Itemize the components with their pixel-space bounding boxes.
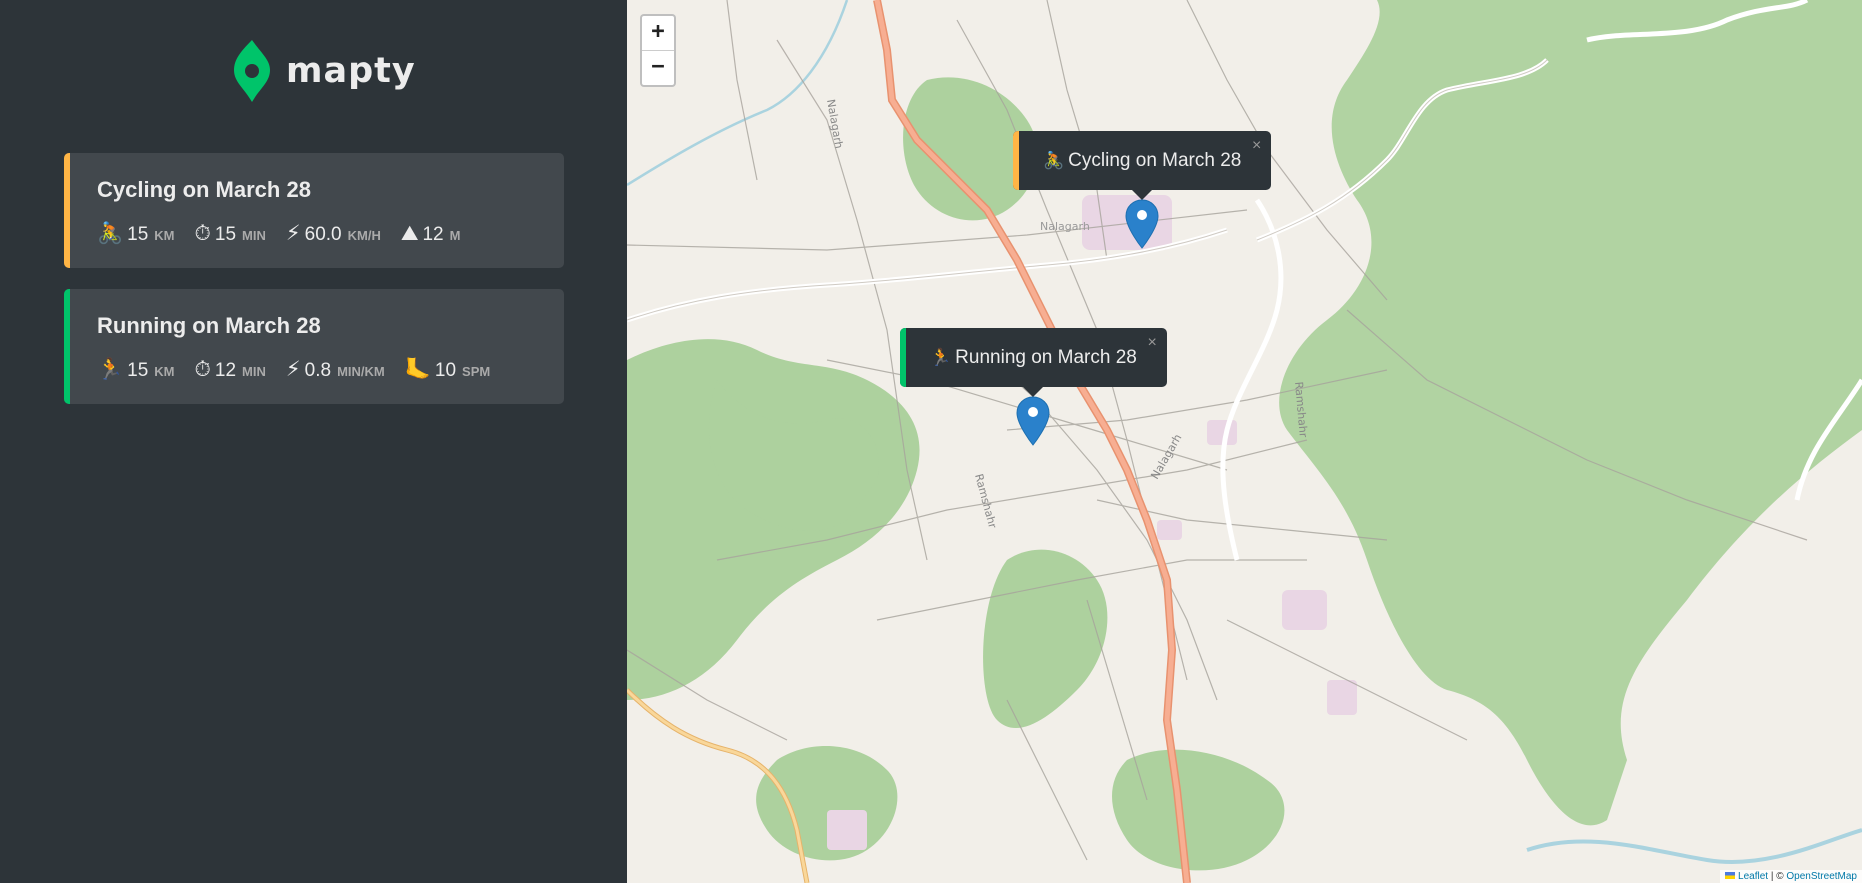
workout-item-running[interactable]: Running on March 28 🏃 15 km ⏱ 12 min ⚡ <box>64 289 564 404</box>
popup-close-button[interactable]: × <box>1148 334 1157 352</box>
elevation-unit: m <box>449 228 461 243</box>
zoom-control: + − <box>640 14 676 87</box>
popup-accent-bar <box>1013 131 1019 190</box>
workout-details: 🏃 15 km ⏱ 12 min ⚡ 0.8 min/km <box>97 359 564 382</box>
logo: mapty <box>232 38 416 104</box>
stopwatch-icon: ⏱ <box>194 221 211 245</box>
distance-value: 15 <box>127 360 149 381</box>
elevation-value: 12 <box>422 224 444 245</box>
distance-value: 15 <box>127 224 149 245</box>
distance-unit: km <box>154 228 175 243</box>
map-label-nalagarh-town: Nalagarh <box>1040 220 1090 233</box>
workout-distance: 🚴 15 km <box>97 223 175 246</box>
workout-cadence: 🦶 10 spm <box>405 359 490 382</box>
leaflet-link[interactable]: Leaflet <box>1738 871 1768 882</box>
duration-unit: min <box>242 228 266 243</box>
workout-distance: 🏃 15 km <box>97 359 175 382</box>
duration-value: 12 <box>214 360 237 381</box>
map-attribution: Leaflet | © OpenStreetMap <box>1720 870 1862 883</box>
bicycle-icon: 🚴 <box>97 221 124 245</box>
workout-title: Running on March 28 <box>97 313 321 338</box>
speed-unit: km/h <box>347 228 381 243</box>
footprint-icon: 🦶 <box>404 357 431 381</box>
speed-value: 60.0 <box>304 224 342 245</box>
workout-item-cycling[interactable]: Cycling on March 28 🚴 15 km ⏱ 15 min ⚡ <box>64 153 564 268</box>
duration-value: 15 <box>214 224 237 245</box>
workout-duration: ⏱ 15 min <box>195 223 266 246</box>
workout-elevation: ⛰ 12 m <box>401 223 461 246</box>
workout-title: Cycling on March 28 <box>97 177 311 202</box>
ukraine-flag-icon <box>1725 872 1736 879</box>
app-root: mapty Cycling on March 28 🚴 15 km ⏱ 15 m… <box>0 0 1862 883</box>
popup-label: Running on March 28 <box>955 346 1137 368</box>
running-popup[interactable]: 🏃 Running on March 28 × <box>900 328 1167 397</box>
lightning-icon: ⚡ <box>285 357 301 381</box>
runner-icon: 🏃 <box>930 347 952 367</box>
pace-unit: min/km <box>337 364 385 379</box>
lightning-icon: ⚡ <box>285 221 301 245</box>
popup-close-button[interactable]: × <box>1252 137 1261 155</box>
cadence-value: 10 <box>434 360 457 381</box>
map-marker-cycling[interactable] <box>1125 199 1159 249</box>
sidebar: mapty Cycling on March 28 🚴 15 km ⏱ 15 m… <box>0 0 627 883</box>
workout-duration: ⏱ 12 min <box>195 359 266 382</box>
zoom-in-button[interactable]: + <box>642 16 674 51</box>
workout-details: 🚴 15 km ⏱ 15 min ⚡ 60.0 km/h <box>97 223 564 246</box>
map[interactable]: Nalagarh Nalagarh Nalagarh Ramshahr Rams… <box>627 0 1862 883</box>
stopwatch-icon: ⏱ <box>194 357 211 381</box>
popup-accent-bar <box>900 328 906 387</box>
location-pin-icon <box>234 40 270 102</box>
cycling-popup[interactable]: 🚴 Cycling on March 28 × <box>1013 131 1272 200</box>
attribution-separator: | © <box>1768 871 1787 882</box>
workout-speed: ⚡ 60.0 km/h <box>286 223 381 246</box>
zoom-out-button[interactable]: − <box>642 51 674 85</box>
cadence-unit: spm <box>462 364 491 379</box>
map-marker-running[interactable] <box>1016 396 1050 446</box>
workout-list: Cycling on March 28 🚴 15 km ⏱ 15 min ⚡ <box>64 153 564 425</box>
popup-label: Cycling on March 28 <box>1068 149 1242 171</box>
logo-text: mapty <box>286 51 416 91</box>
openstreetmap-link[interactable]: OpenStreetMap <box>1786 871 1857 882</box>
runner-icon: 🏃 <box>97 357 124 381</box>
workout-pace: ⚡ 0.8 min/km <box>286 359 385 382</box>
duration-unit: min <box>242 364 266 379</box>
bicycle-icon: 🚴 <box>1043 150 1065 170</box>
distance-unit: km <box>154 364 175 379</box>
mountain-icon: ⛰ <box>400 221 419 245</box>
pace-value: 0.8 <box>304 360 332 381</box>
